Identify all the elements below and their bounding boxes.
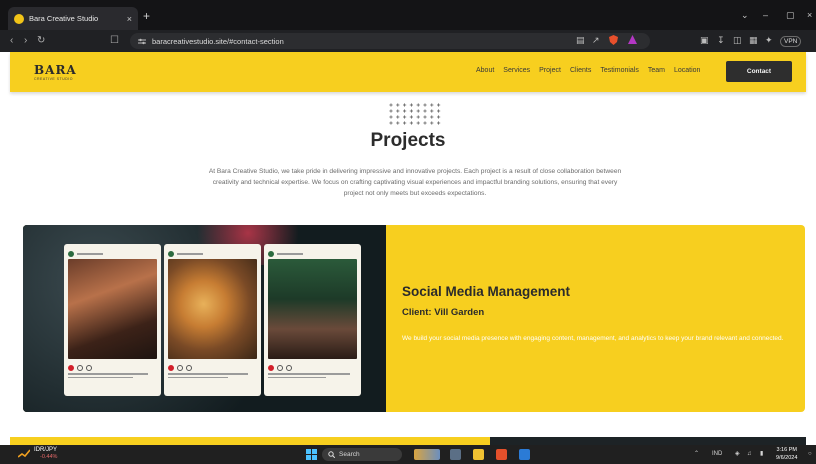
notification-icon[interactable]: ○: [808, 450, 812, 458]
windows-taskbar: IDR/JPY -0.44% Search ⌃ IND ◈ ♫ ▮ 3:16 P…: [0, 445, 816, 464]
comment-icon: [77, 364, 83, 371]
brave-browser-icon[interactable]: [496, 449, 507, 460]
next-project-image: [490, 437, 806, 445]
brand-logo-subtitle: CREATIVE STUDIO: [34, 77, 73, 81]
heart-icon: [68, 364, 74, 371]
windows-start-icon[interactable]: [306, 449, 317, 460]
post-photo-food: [168, 259, 257, 359]
maximize-icon[interactable]: ▢: [786, 10, 795, 20]
project-client: Client: Vill Garden: [402, 307, 485, 318]
nav-item-testimonials[interactable]: Testimonials: [600, 67, 639, 74]
nav-item-about[interactable]: About: [476, 67, 494, 74]
search-icon: [328, 451, 335, 458]
tray-overflow-icon[interactable]: ⌃: [694, 450, 699, 458]
profile-avatar-icon: [268, 250, 274, 257]
downloads-icon[interactable]: ↧: [717, 35, 725, 46]
taskbar-search[interactable]: Search: [322, 448, 402, 461]
phone-mockup-2: [164, 244, 261, 396]
heart-icon: [268, 364, 274, 371]
url-field[interactable]: baracreativestudio.site/#contact-section: [130, 33, 650, 49]
nav-item-project[interactable]: Project: [539, 67, 561, 74]
clock-date: 9/6/2024: [776, 455, 798, 461]
forward-icon[interactable]: ›: [24, 35, 27, 47]
section-description: At Bara Creative Studio, we take pride i…: [208, 168, 622, 197]
tab-search-icon[interactable]: ⌄: [741, 10, 749, 20]
decorative-plus-pattern-icon: [389, 103, 441, 125]
heart-icon: [168, 364, 174, 371]
back-icon[interactable]: ‹: [10, 35, 13, 47]
bookmark-icon[interactable]: ☐: [110, 35, 119, 47]
new-tab-button[interactable]: +: [143, 10, 150, 22]
browser-tab-bar: Bara Creative Studio × + ⌄ – ▢ ×: [0, 0, 816, 30]
main-nav: About Services Project Clients Testimoni…: [476, 67, 700, 74]
post-photo-group: [268, 259, 357, 359]
browser-tab[interactable]: Bara Creative Studio ×: [8, 7, 138, 30]
task-view-icon[interactable]: [450, 449, 461, 460]
widgets-news-icon[interactable]: [414, 449, 440, 460]
brave-shield-icon[interactable]: [609, 35, 618, 48]
contact-button[interactable]: Contact: [726, 61, 792, 82]
phone-mockup-3: [264, 244, 361, 396]
stock-change: -0.44%: [40, 454, 58, 460]
stock-ticker[interactable]: IDR/JPY: [34, 447, 57, 454]
site-favicon-icon: [14, 13, 24, 24]
tab-view-icon[interactable]: ▦: [749, 35, 758, 46]
volume-icon[interactable]: ♫: [747, 450, 752, 458]
vpn-button[interactable]: VPN: [780, 36, 802, 47]
wifi-icon[interactable]: ◈: [735, 450, 740, 458]
send-icon: [286, 364, 292, 371]
send-icon: [186, 364, 192, 371]
project-card: Social Media Management Client: Vill Gar…: [23, 225, 805, 412]
clock[interactable]: 3:16 PM 9/6/2024: [776, 446, 797, 462]
input-language[interactable]: IND: [712, 450, 722, 458]
file-explorer-icon[interactable]: [473, 449, 484, 460]
comment-icon: [177, 364, 183, 371]
close-window-icon[interactable]: ×: [807, 10, 812, 20]
tab-title: Bara Creative Studio: [29, 14, 99, 23]
reader-mode-icon[interactable]: ▤: [576, 35, 585, 46]
nav-item-services[interactable]: Services: [503, 67, 530, 74]
url-text: baracreativestudio.site/#contact-section: [152, 36, 284, 46]
brand-logo[interactable]: BARA: [34, 63, 77, 77]
search-label: Search: [339, 451, 360, 458]
leo-ai-icon[interactable]: ✦: [765, 35, 773, 46]
phone-mockup-1: [64, 244, 161, 396]
minimize-icon[interactable]: –: [763, 10, 768, 20]
send-icon: [86, 364, 92, 371]
site-header: BARA CREATIVE STUDIO About Services Proj…: [10, 52, 806, 92]
project-title: Social Media Management: [402, 284, 571, 299]
address-bar-row: ‹ › ↻ ☐ baracreativestudio.site/#contact…: [0, 30, 816, 52]
close-tab-icon[interactable]: ×: [127, 14, 132, 24]
profile-avatar-icon: [68, 250, 74, 257]
clock-time: 3:16 PM: [776, 447, 797, 453]
nav-item-clients[interactable]: Clients: [570, 67, 591, 74]
project-image: [23, 225, 386, 412]
stock-widget-icon[interactable]: [18, 449, 30, 459]
post-photo-people: [68, 259, 157, 359]
wallet-icon[interactable]: ▣: [700, 35, 709, 46]
brave-rewards-icon[interactable]: [628, 35, 637, 47]
sidebar-icon[interactable]: ◫: [733, 35, 742, 46]
battery-icon[interactable]: ▮: [760, 450, 763, 458]
reload-icon[interactable]: ↻: [37, 35, 45, 47]
nav-item-team[interactable]: Team: [648, 67, 665, 74]
profile-avatar-icon: [168, 250, 174, 257]
microsoft-store-icon[interactable]: [519, 449, 530, 460]
share-icon[interactable]: ↗: [592, 35, 600, 46]
site-settings-icon[interactable]: [138, 38, 146, 45]
section-title: Projects: [370, 130, 446, 151]
comment-icon: [277, 364, 283, 371]
nav-item-location[interactable]: Location: [674, 67, 700, 74]
project-description: We build your social media presence with…: [402, 335, 784, 342]
